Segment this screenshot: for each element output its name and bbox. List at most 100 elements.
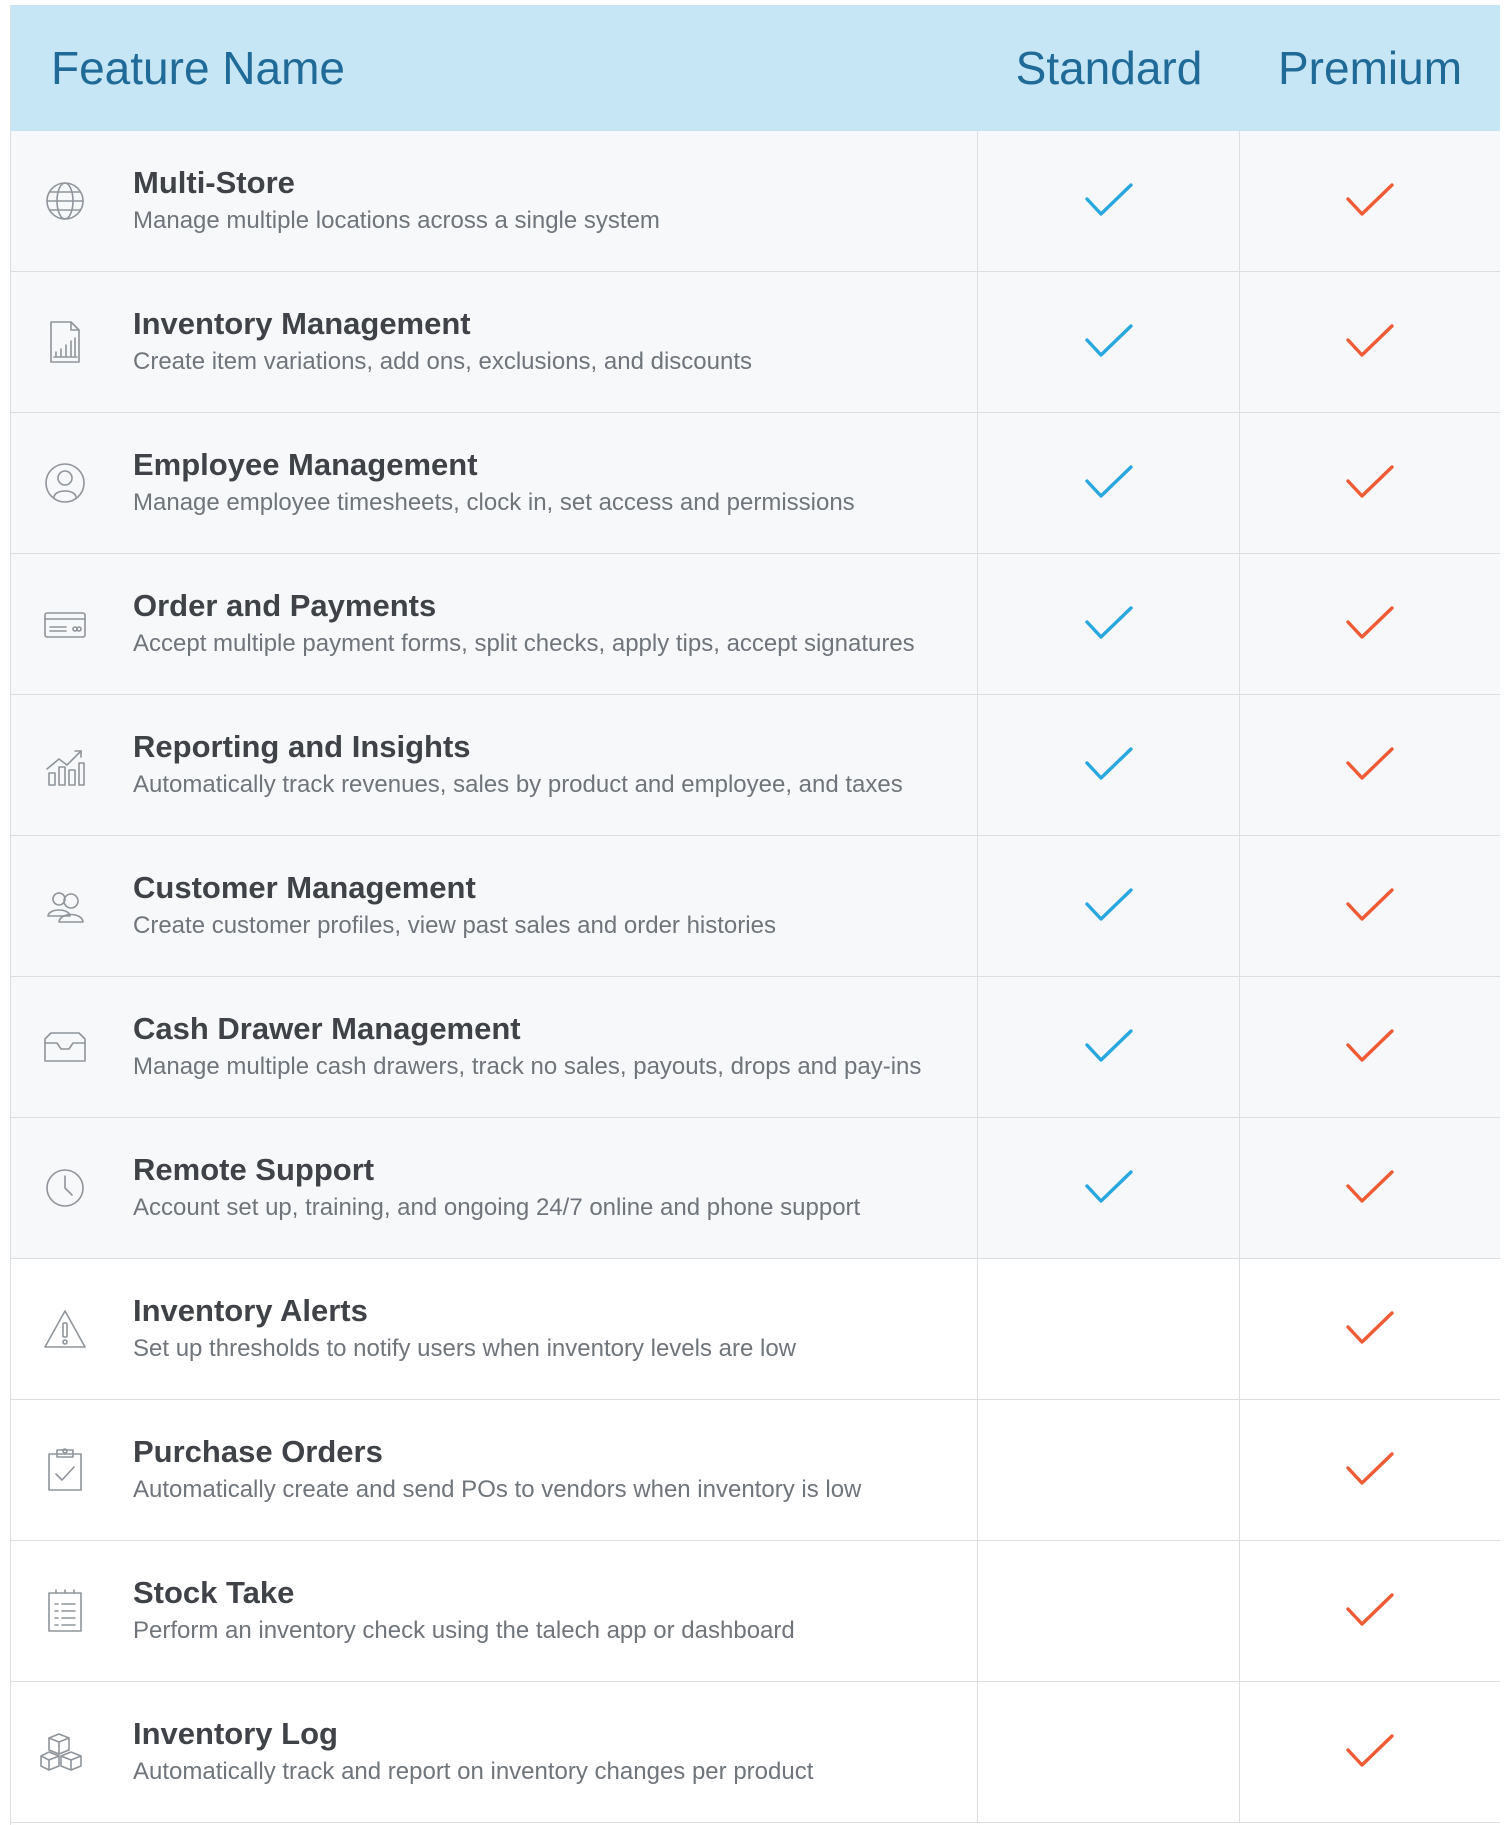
feature-title: Inventory Alerts bbox=[133, 1293, 368, 1328]
table-row: Remote Support Account set up, training, … bbox=[11, 1118, 1500, 1259]
standard-cell bbox=[978, 1259, 1240, 1399]
standard-cell bbox=[978, 131, 1240, 271]
feature-title: Order and Payments bbox=[133, 588, 437, 623]
premium-cell bbox=[1240, 1541, 1500, 1681]
premium-cell bbox=[1240, 977, 1500, 1117]
standard-cell bbox=[978, 1541, 1240, 1681]
premium-cell bbox=[1240, 1682, 1500, 1822]
table-row: Employee Management Manage employee times… bbox=[11, 413, 1500, 554]
standard-check-icon bbox=[1084, 1027, 1134, 1067]
table-header: Feature Name Standard Premium bbox=[11, 5, 1500, 131]
standard-check-icon bbox=[1084, 463, 1134, 503]
feature-comparison-table: Feature Name Standard Premium Multi-Stor… bbox=[10, 5, 1500, 1825]
feature-description: Accept multiple payment forms, split che… bbox=[133, 630, 915, 657]
premium-check-icon bbox=[1345, 463, 1395, 503]
standard-cell bbox=[978, 1400, 1240, 1540]
premium-check-icon bbox=[1345, 1168, 1395, 1208]
table-row: Order and Payments Accept multiple paymen… bbox=[11, 554, 1500, 695]
premium-cell bbox=[1240, 1118, 1500, 1258]
feature-title: Remote Support bbox=[133, 1152, 375, 1187]
standard-check-icon bbox=[1084, 322, 1134, 362]
standard-plan-header: Standard bbox=[1015, 42, 1203, 94]
standard-check-icon bbox=[1084, 181, 1134, 221]
feature-description: Create customer profiles, view past sale… bbox=[133, 912, 776, 939]
premium-check-icon bbox=[1345, 886, 1395, 926]
premium-check-icon bbox=[1345, 1450, 1395, 1490]
feature-cell: Stock Take Perform an inventory check usi… bbox=[11, 1541, 978, 1681]
feature-title: Cash Drawer Management bbox=[133, 1011, 521, 1046]
table-row: Stock Take Perform an inventory check usi… bbox=[11, 1541, 1500, 1682]
premium-cell bbox=[1240, 131, 1500, 271]
user-circle-icon bbox=[39, 457, 91, 509]
table-row: Customer Management Create customer profi… bbox=[11, 836, 1500, 977]
feature-cell: Inventory Log Automatically track and rep… bbox=[11, 1682, 978, 1822]
feature-title: Inventory Log bbox=[133, 1716, 338, 1751]
feature-cell: Remote Support Account set up, training, … bbox=[11, 1118, 978, 1258]
feature-description: Perform an inventory check using the tal… bbox=[133, 1617, 795, 1644]
table-row: Multi-Store Manage multiple locations acr… bbox=[11, 131, 1500, 272]
standard-cell bbox=[978, 272, 1240, 412]
feature-title: Customer Management bbox=[133, 870, 476, 905]
standard-cell bbox=[978, 413, 1240, 553]
feature-cell: Order and Payments Accept multiple paymen… bbox=[11, 554, 978, 694]
premium-check-icon bbox=[1345, 1732, 1395, 1772]
feature-title: Multi-Store bbox=[133, 165, 295, 200]
premium-cell bbox=[1240, 836, 1500, 976]
feature-cell: Employee Management Manage employee times… bbox=[11, 413, 978, 553]
table-row: Inventory Log Automatically track and rep… bbox=[11, 1682, 1500, 1823]
premium-cell bbox=[1240, 554, 1500, 694]
clipboard-check-icon bbox=[39, 1444, 91, 1496]
standard-check-icon bbox=[1084, 604, 1134, 644]
premium-cell bbox=[1240, 1259, 1500, 1399]
drawer-icon bbox=[39, 1021, 91, 1073]
standard-cell bbox=[978, 977, 1240, 1117]
feature-cell: Multi-Store Manage multiple locations acr… bbox=[11, 131, 978, 271]
feature-description: Manage multiple locations across a singl… bbox=[133, 207, 660, 234]
standard-check-icon bbox=[1084, 1168, 1134, 1208]
premium-check-icon bbox=[1345, 1027, 1395, 1067]
standard-cell bbox=[978, 695, 1240, 835]
feature-title: Purchase Orders bbox=[133, 1434, 383, 1469]
feature-description: Manage multiple cash drawers, track no s… bbox=[133, 1053, 922, 1080]
boxes-icon bbox=[39, 1726, 91, 1778]
globe-icon bbox=[39, 175, 91, 227]
feature-description: Set up thresholds to notify users when i… bbox=[133, 1335, 797, 1362]
premium-cell bbox=[1240, 1400, 1500, 1540]
credit-card-icon bbox=[39, 598, 91, 650]
standard-cell bbox=[978, 554, 1240, 694]
feature-description: Create item variations, add ons, exclusi… bbox=[133, 348, 752, 375]
premium-check-icon bbox=[1345, 181, 1395, 221]
feature-description: Automatically track and report on invent… bbox=[133, 1758, 814, 1785]
standard-cell bbox=[978, 1682, 1240, 1822]
feature-cell: Customer Management Create customer profi… bbox=[11, 836, 978, 976]
feature-title: Reporting and Insights bbox=[133, 729, 471, 764]
standard-cell bbox=[978, 1118, 1240, 1258]
clock-icon bbox=[39, 1162, 91, 1214]
premium-check-icon bbox=[1345, 1309, 1395, 1349]
standard-check-icon bbox=[1084, 745, 1134, 785]
feature-name-header: Feature Name bbox=[51, 42, 346, 94]
premium-cell bbox=[1240, 413, 1500, 553]
premium-check-icon bbox=[1345, 322, 1395, 362]
premium-check-icon bbox=[1345, 1591, 1395, 1631]
feature-title: Employee Management bbox=[133, 447, 478, 482]
feature-title: Stock Take bbox=[133, 1575, 295, 1610]
feature-description: Automatically track revenues, sales by p… bbox=[133, 771, 903, 798]
premium-check-icon bbox=[1345, 604, 1395, 644]
feature-cell: Cash Drawer Management Manage multiple ca… bbox=[11, 977, 978, 1117]
feature-description: Manage employee timesheets, clock in, se… bbox=[133, 489, 855, 516]
document-chart-icon bbox=[39, 316, 91, 368]
premium-cell bbox=[1240, 695, 1500, 835]
table-row: Cash Drawer Management Manage multiple ca… bbox=[11, 977, 1500, 1118]
table-body: Multi-Store Manage multiple locations acr… bbox=[11, 131, 1500, 1823]
premium-plan-header: Premium bbox=[1277, 42, 1463, 94]
feature-title: Inventory Management bbox=[133, 306, 471, 341]
feature-description: Account set up, training, and ongoing 24… bbox=[133, 1194, 861, 1221]
standard-check-icon bbox=[1084, 886, 1134, 926]
feature-cell: Reporting and Insights Automatically trac… bbox=[11, 695, 978, 835]
standard-cell bbox=[978, 836, 1240, 976]
premium-check-icon bbox=[1345, 745, 1395, 785]
feature-cell: Purchase Orders Automatically create and … bbox=[11, 1400, 978, 1540]
feature-cell: Inventory Management Create item variatio… bbox=[11, 272, 978, 412]
growth-chart-icon bbox=[39, 739, 91, 791]
